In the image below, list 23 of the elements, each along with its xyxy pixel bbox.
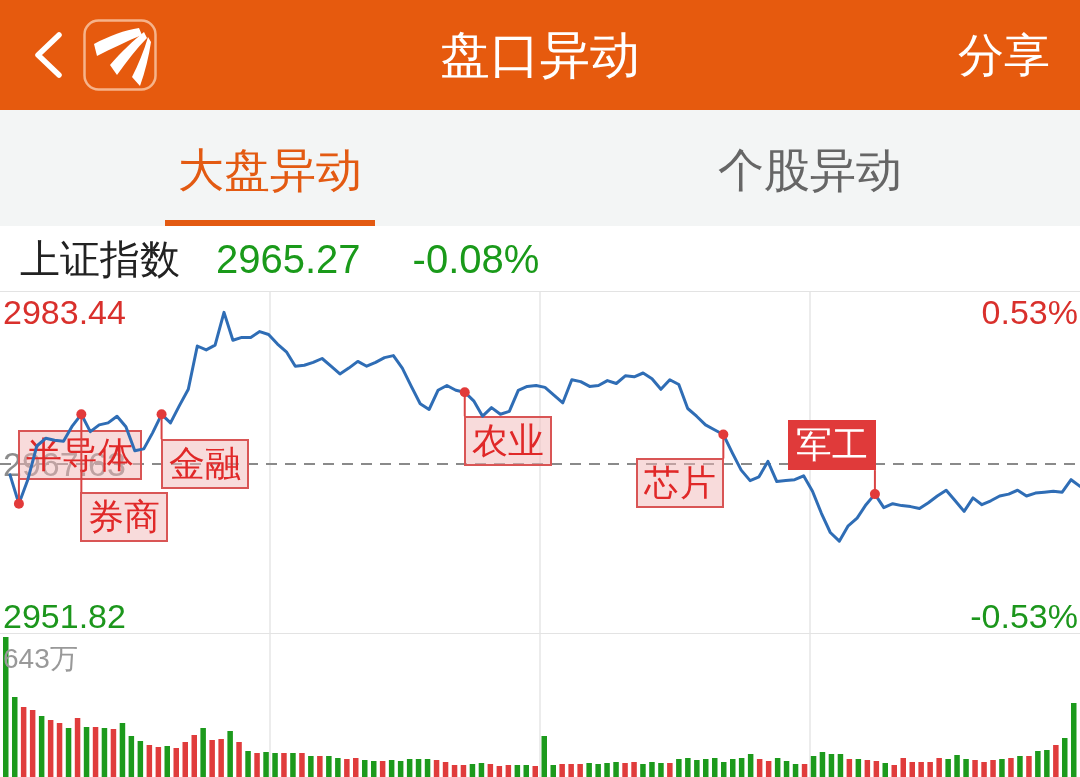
tab[interactable]: 个股异动	[705, 110, 915, 226]
callout-tag: 券商	[80, 492, 169, 543]
callout-marker-icon	[156, 409, 167, 441]
index-price: 2965.27	[216, 238, 361, 279]
index-change: -0.08%	[412, 238, 540, 279]
page-title: 盘口异动	[440, 30, 640, 80]
back-icon	[34, 32, 62, 78]
callout-marker-icon	[459, 387, 470, 418]
callout-tag: 芯片	[636, 458, 725, 509]
callout-tag: 农业	[463, 416, 552, 467]
callout-marker-icon	[13, 478, 24, 509]
index-name: 上证指数	[20, 238, 180, 279]
callout-marker-icon	[869, 469, 880, 500]
app-logo-icon	[83, 19, 157, 91]
callout-tag: 军工	[787, 420, 876, 471]
callout-tag: 金融	[160, 439, 249, 490]
price-axis-label: 2951.82	[3, 599, 126, 633]
share-button[interactable]: 分享	[958, 32, 1050, 78]
percent-axis-label: -0.53%	[970, 599, 1078, 633]
percent-axis-label: 0.53%	[981, 295, 1078, 329]
tab[interactable]: 大盘异动	[165, 110, 375, 226]
callout-marker-icon	[718, 429, 729, 460]
price-axis-label: 2983.44	[3, 295, 126, 329]
